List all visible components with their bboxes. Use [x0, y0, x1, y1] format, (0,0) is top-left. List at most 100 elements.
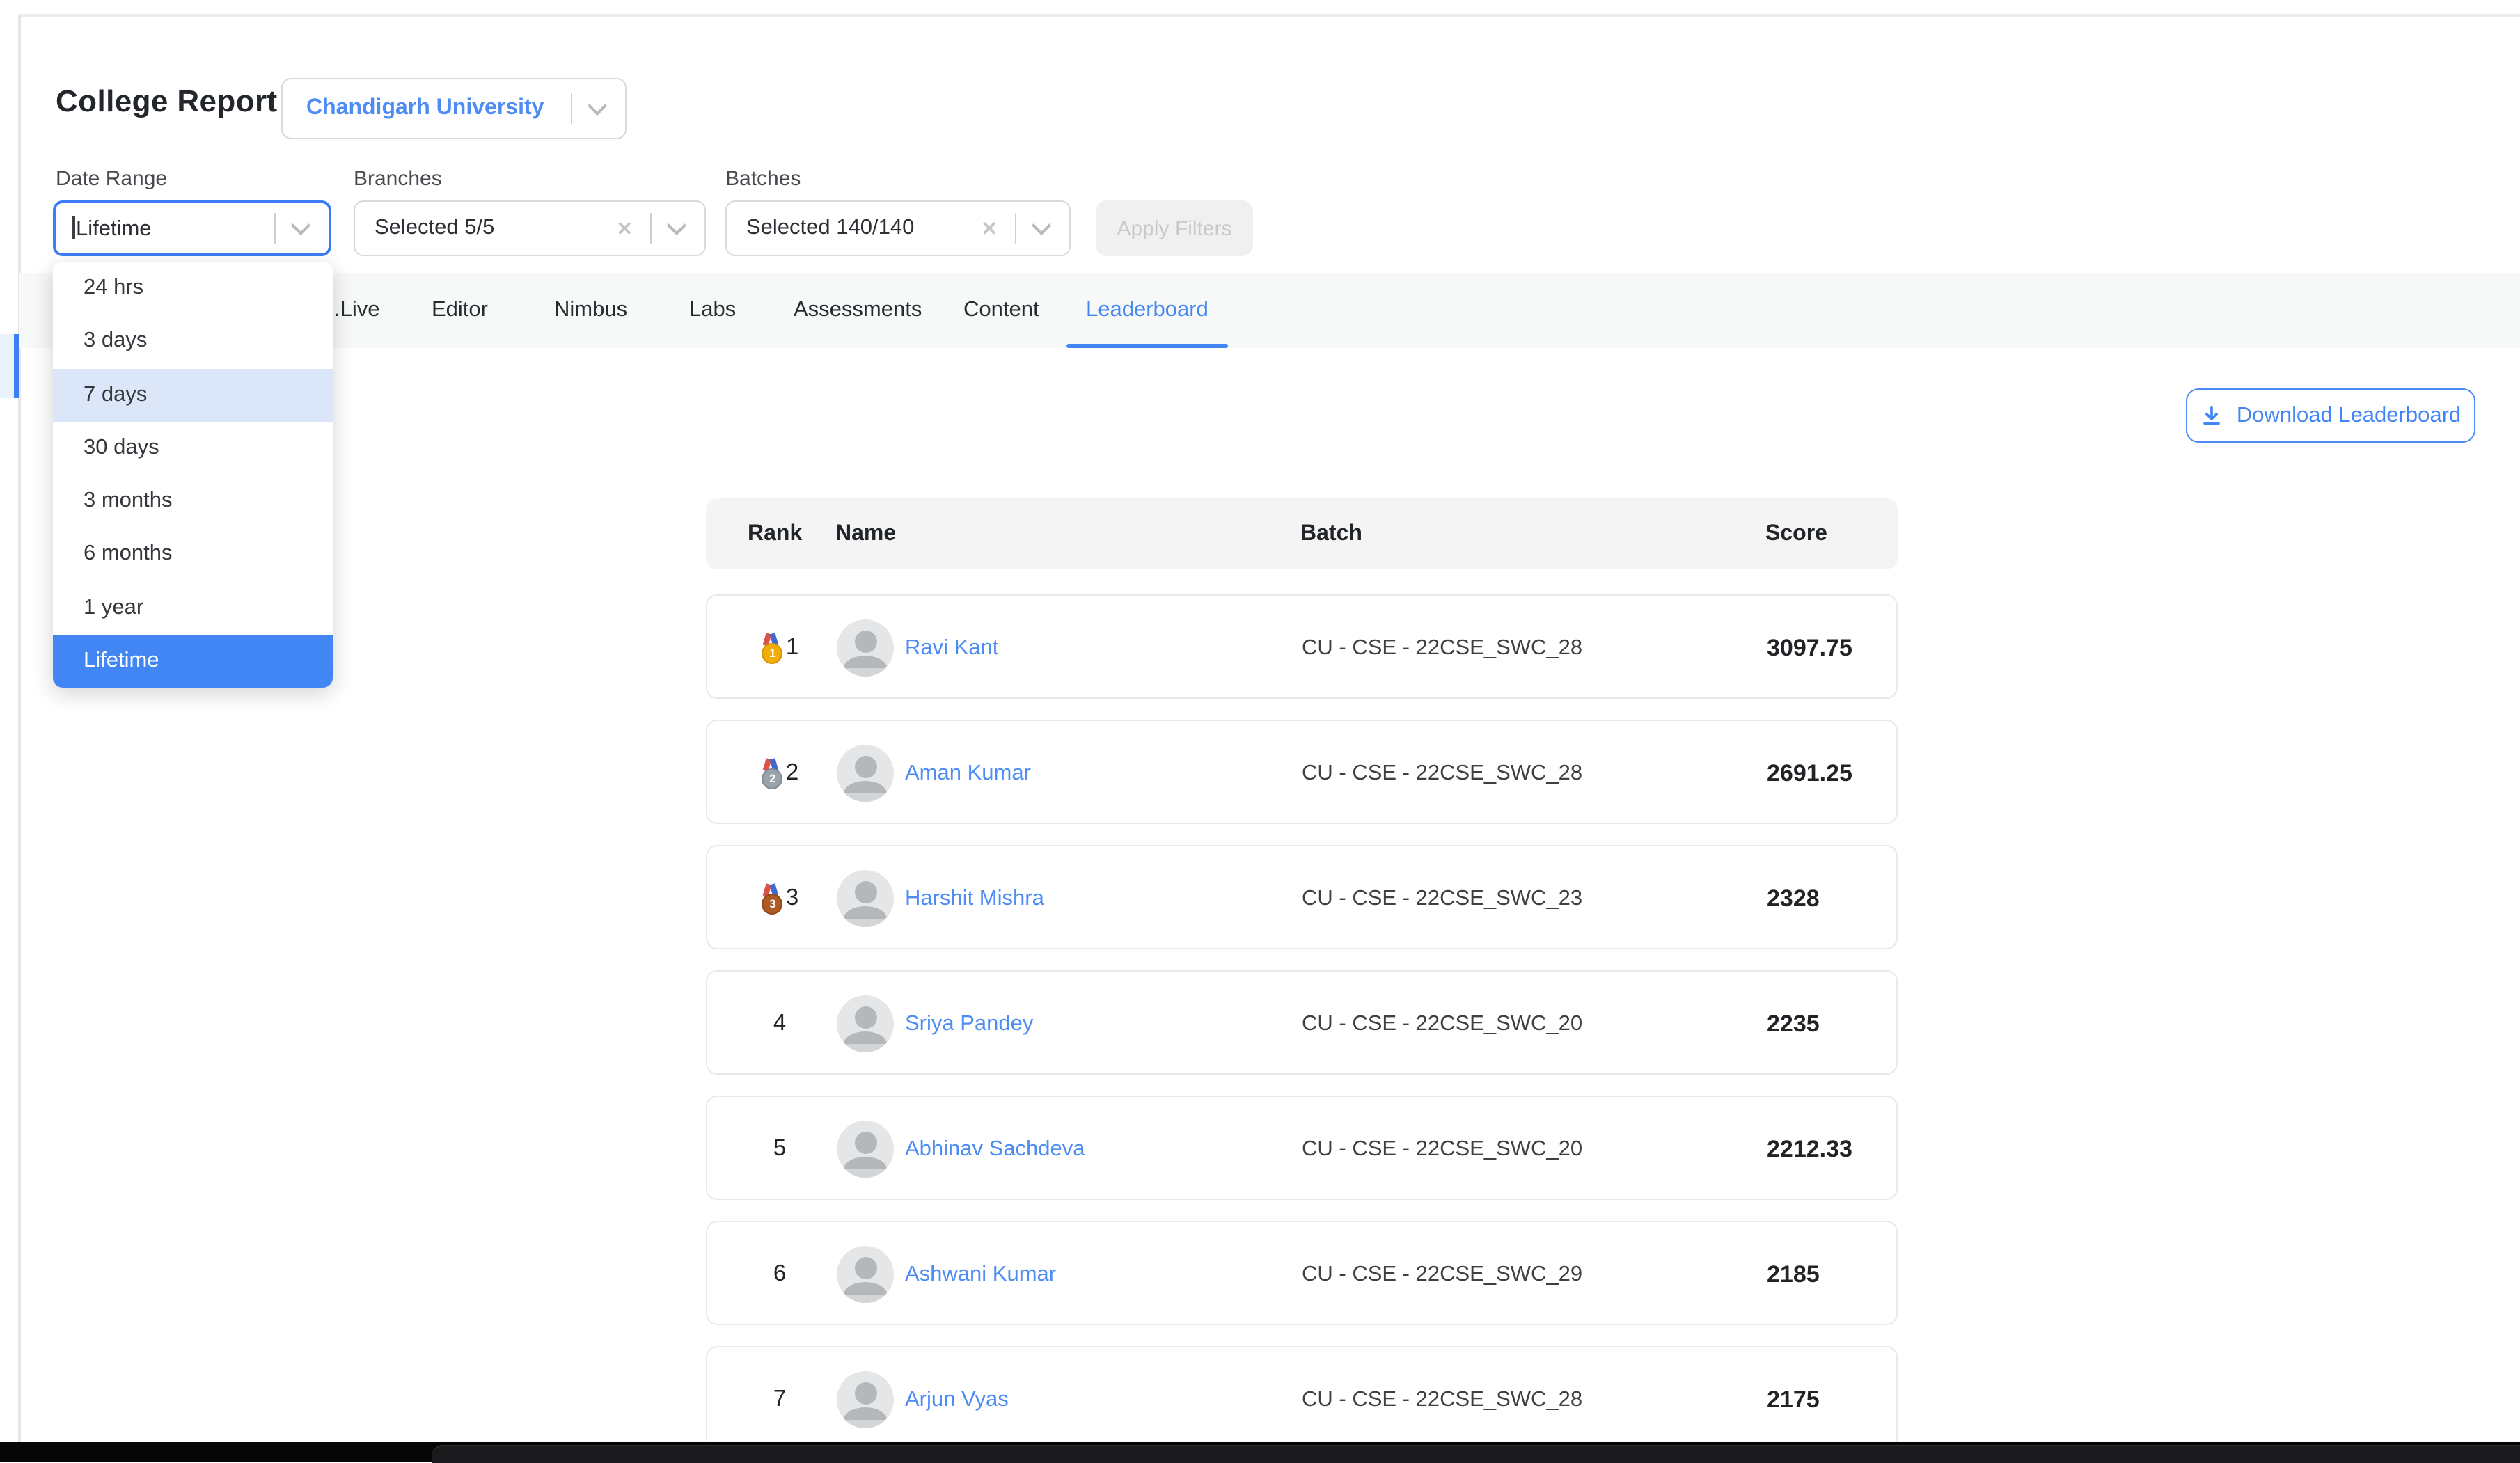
college-report-page: College Report| Chandigarh University Da… — [0, 0, 2520, 1462]
rank-cell: 33 — [721, 846, 838, 951]
date-range-option[interactable]: Lifetime — [53, 635, 333, 688]
avatar-band — [837, 1420, 894, 1428]
date-range-option[interactable]: 1 year — [53, 581, 333, 635]
rank-cell: 11 — [721, 596, 838, 700]
date-range-option[interactable]: 3 months — [53, 475, 333, 528]
avatar — [837, 995, 894, 1052]
clear-icon[interactable]: ✕ — [617, 216, 633, 240]
chevron-down-icon[interactable] — [1032, 216, 1051, 235]
date-range-option[interactable]: 24 hrs — [53, 262, 333, 315]
avatar — [837, 1371, 894, 1428]
student-name-link[interactable]: Arjun Vyas — [905, 1347, 1009, 1452]
select-divider — [1014, 213, 1016, 244]
batch-text: CU - CSE - 22CSE_SWC_20 — [1302, 972, 1582, 1076]
university-select[interactable]: Chandigarh University — [281, 78, 627, 139]
date-range-value: Lifetime — [56, 215, 274, 242]
tab-assessments[interactable]: Assessments — [794, 273, 922, 348]
select-divider — [649, 213, 652, 244]
score-text: 2691.25 — [1767, 721, 1852, 825]
leaderboard-row: 5 Abhinav Sachdeva CU - CSE - 22CSE_SWC_… — [706, 1096, 1898, 1200]
tab-editor[interactable]: Editor — [432, 273, 488, 348]
branches-label: Branches — [354, 167, 442, 191]
avatar-band — [837, 793, 894, 802]
branches-value: Selected 5/5 — [355, 216, 617, 241]
date-range-select[interactable]: Lifetime — [53, 200, 331, 256]
rank-cell: 7 — [721, 1347, 838, 1452]
date-range-option[interactable]: 6 months — [53, 528, 333, 582]
rank-number: 6 — [773, 1261, 786, 1288]
student-name-link[interactable]: Ashwani Kumar — [905, 1222, 1056, 1327]
bronze-medal-icon: 3 — [761, 883, 782, 914]
batch-text: CU - CSE - 22CSE_SWC_28 — [1302, 596, 1582, 700]
tabs-strip — [19, 273, 2520, 348]
tab-labs[interactable]: Labs — [689, 273, 736, 348]
column-header-score: Score — [1765, 498, 1827, 569]
leaderboard-row: 33 Harshit Mishra CU - CSE - 22CSE_SWC_2… — [706, 845, 1898, 949]
column-header-rank: Rank — [748, 498, 802, 569]
page-title: College Report| — [56, 84, 297, 120]
score-text: 2235 — [1767, 972, 1820, 1076]
tab-leaderboard[interactable]: Leaderboard — [1086, 273, 1208, 348]
batches-label: Batches — [725, 167, 801, 191]
score-text: 2212.33 — [1767, 1097, 1852, 1201]
batch-text: CU - CSE - 22CSE_SWC_28 — [1302, 1347, 1582, 1452]
student-name-link[interactable]: Harshit Mishra — [905, 846, 1044, 951]
tab-nimbus[interactable]: Nimbus — [554, 273, 627, 348]
table-header: Rank Name Batch Score — [706, 498, 1898, 569]
student-name-link[interactable]: Aman Kumar — [905, 721, 1031, 825]
gold-medal-icon: 1 — [761, 633, 782, 663]
select-divider — [274, 213, 276, 244]
avatar-head — [854, 756, 876, 778]
avatar-band — [837, 1295, 894, 1303]
rank-cell: 5 — [721, 1097, 838, 1201]
avatar-head — [854, 1257, 876, 1279]
avatar-head — [854, 631, 876, 653]
student-name-link[interactable]: Abhinav Sachdeva — [905, 1097, 1085, 1201]
rank-number: 2 — [786, 760, 798, 786]
tab-content[interactable]: Content — [963, 273, 1039, 348]
batch-text: CU - CSE - 22CSE_SWC_23 — [1302, 846, 1582, 951]
avatar-band — [837, 1044, 894, 1052]
bottom-dock-inner — [432, 1445, 2520, 1463]
date-range-option[interactable]: 30 days — [53, 422, 333, 475]
sidebar-divider-line — [18, 14, 21, 1442]
chevron-down-icon[interactable] — [667, 216, 686, 235]
rank-cell: 22 — [721, 721, 838, 825]
date-range-option[interactable]: 3 days — [53, 315, 333, 369]
sidebar-active-indicator — [14, 334, 19, 398]
leaderboard-row: 6 Ashwani Kumar CU - CSE - 22CSE_SWC_29 … — [706, 1221, 1898, 1325]
batches-select[interactable]: Selected 140/140 ✕ — [725, 200, 1071, 256]
student-name-link[interactable]: Ravi Kant — [905, 596, 998, 700]
sidebar-active-item-highlight[interactable] — [0, 334, 14, 398]
apply-filters-button[interactable]: Apply Filters — [1096, 200, 1253, 256]
branches-select[interactable]: Selected 5/5 ✕ — [354, 200, 706, 256]
leaderboard-row: 7 Arjun Vyas CU - CSE - 22CSE_SWC_28 217… — [706, 1346, 1898, 1450]
column-header-name: Name — [835, 498, 896, 569]
score-text: 2328 — [1767, 846, 1820, 951]
page-title-text: College Report — [56, 84, 278, 118]
chevron-down-icon[interactable] — [588, 96, 607, 116]
clear-icon[interactable]: ✕ — [982, 216, 998, 240]
avatar-band — [837, 1169, 894, 1178]
score-text: 3097.75 — [1767, 596, 1852, 700]
avatar-band — [837, 668, 894, 677]
chevron-down-icon[interactable] — [291, 216, 310, 235]
avatar-head — [854, 1132, 876, 1154]
batches-value: Selected 140/140 — [727, 216, 982, 241]
leaderboard-row: 22 Aman Kumar CU - CSE - 22CSE_SWC_28 26… — [706, 720, 1898, 824]
rank-number: 5 — [773, 1136, 786, 1162]
download-icon — [2200, 404, 2224, 427]
avatar-head — [854, 1006, 876, 1029]
avatar — [837, 1121, 894, 1178]
score-text: 2185 — [1767, 1222, 1820, 1327]
university-select-value: Chandigarh University — [283, 96, 570, 121]
avatar — [837, 745, 894, 802]
student-name-link[interactable]: Sriya Pandey — [905, 972, 1033, 1076]
date-range-option[interactable]: 7 days — [53, 368, 333, 422]
download-leaderboard-label: Download Leaderboard — [2237, 403, 2461, 428]
batch-text: CU - CSE - 22CSE_SWC_28 — [1302, 721, 1582, 825]
download-leaderboard-button[interactable]: Download Leaderboard — [2186, 388, 2475, 443]
date-range-label: Date Range — [56, 167, 167, 191]
avatar-head — [854, 1382, 876, 1405]
tab-live[interactable]: .Live — [334, 273, 380, 348]
